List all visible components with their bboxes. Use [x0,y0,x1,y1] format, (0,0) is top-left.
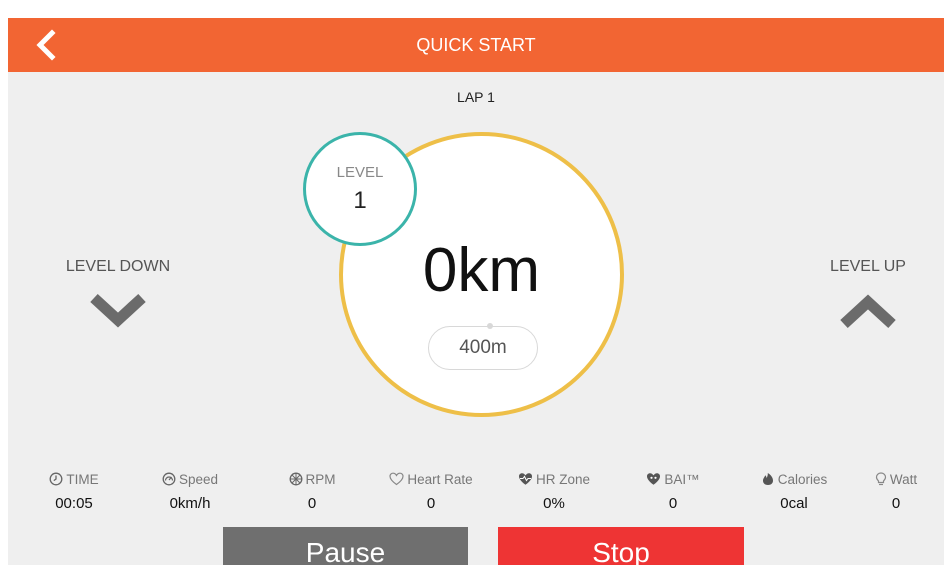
lap-progress-dot [487,323,493,329]
lap-label: LAP 1 [457,89,495,105]
distance-value: 0km [422,236,541,305]
wheel-icon [289,472,302,486]
heart-pulse-icon [518,473,532,485]
stat-label: Heart Rate [407,472,473,487]
clock-icon [49,472,63,486]
stat-calories: Calories 0cal [734,472,854,512]
stat-hr-zone: HR Zone 0% [494,472,614,512]
stat-label: Calories [777,472,828,487]
stat-time: TIME 00:05 [14,472,134,512]
level-up-label: LEVEL UP [830,258,906,275]
stat-rpm: RPM 0 [252,472,372,512]
heart-bai-icon [647,473,661,485]
stat-watt: Watt 0 [846,472,944,512]
stat-value: 0cal [780,495,808,512]
stat-label: TIME [66,472,99,487]
stat-speed: Speed 0km/h [130,472,250,512]
flame-icon [762,473,773,485]
lap-length-text: 400m [459,337,507,358]
stat-heart-rate: Heart Rate 0 [371,472,491,512]
speedometer-icon [162,472,176,486]
lap-length-badge: 400m [428,323,538,370]
app-screen: QUICK START LAP 1 0km 400m LEVEL 1 LEVEL… [8,18,944,565]
stats-bar: TIME 00:05 Speed 0km/h RPM 0 Heart Rate … [8,472,944,522]
stat-label: Speed [178,472,219,487]
pause-button[interactable]: Pause [223,527,468,565]
level-value: 1 [353,187,367,214]
page-title: QUICK START [416,35,536,55]
stat-value: 00:05 [55,495,93,512]
stat-value: 0% [543,495,565,512]
level-down-label: LEVEL DOWN [65,258,171,275]
stat-value: 0km/h [169,495,211,512]
stat-value: 0 [307,495,317,512]
level-up-button[interactable]: LEVEL UP [798,258,938,330]
stop-button[interactable]: Stop [498,527,744,565]
chevron-down-icon [90,293,146,328]
top-bar: QUICK START [8,18,944,72]
level-badge: LEVEL 1 [303,132,417,246]
stat-value: 0 [426,495,436,512]
level-down-button[interactable]: LEVEL DOWN [48,258,188,330]
level-label: LEVEL [336,164,384,181]
chevron-up-icon [840,294,896,329]
stat-value: 0 [668,495,678,512]
stat-label: BAI™ [664,472,700,487]
stat-label: Watt [889,472,918,487]
stat-bai: BAI™ 0 [613,472,733,512]
stat-label: HR Zone [535,472,591,487]
stat-value: 0 [891,495,901,512]
bulb-icon [875,472,886,486]
heart-outline-icon [389,472,404,486]
stat-label: RPM [305,472,336,487]
